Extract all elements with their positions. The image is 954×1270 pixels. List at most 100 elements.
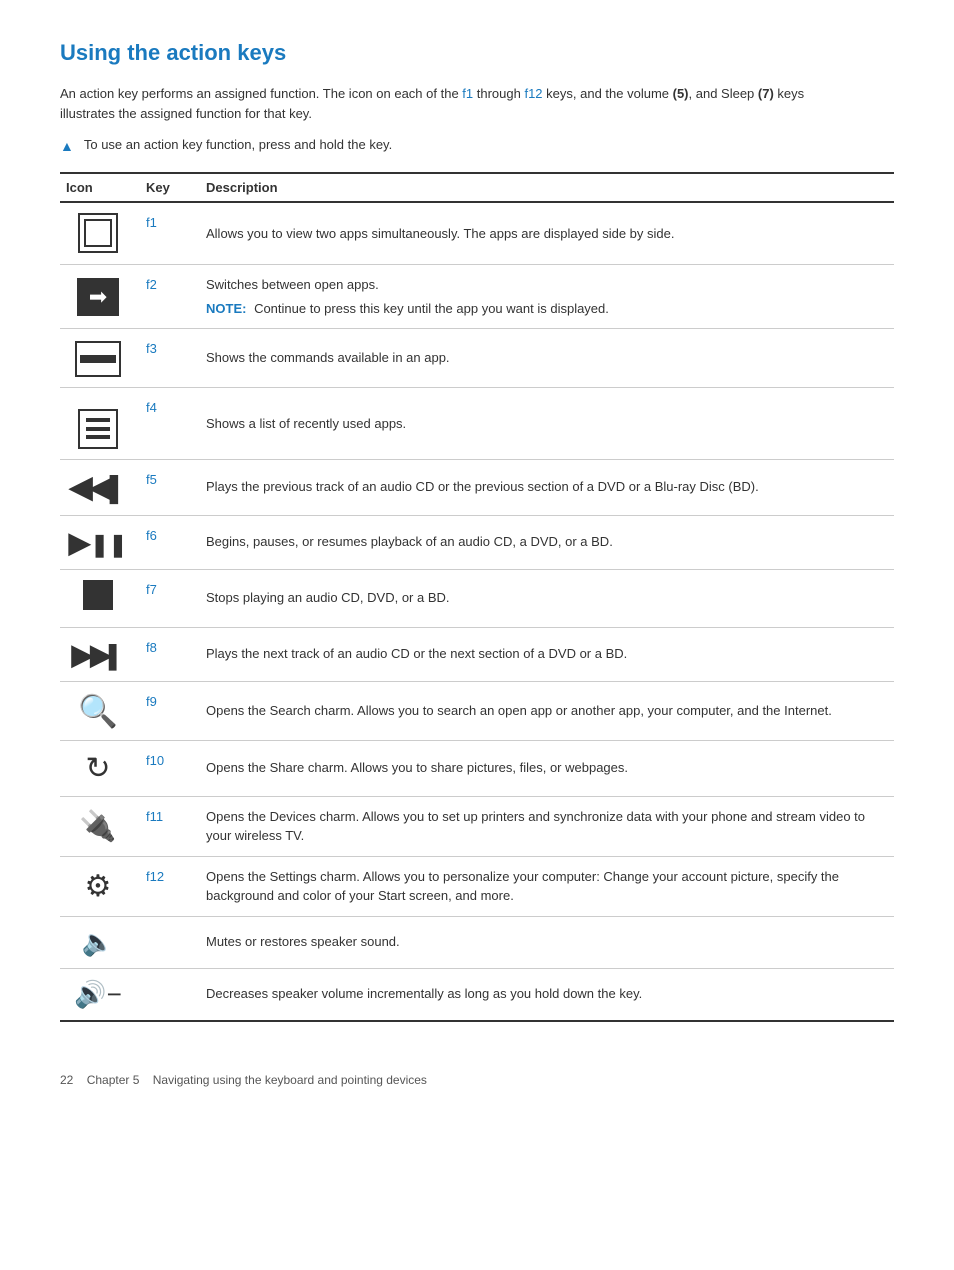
description-text: Opens the Devices charm. Allows you to s… [206, 809, 865, 844]
description-text: Opens the Settings charm. Allows you to … [206, 869, 839, 904]
table-row: f3 Shows the commands available in an app… [60, 329, 894, 388]
desc-cell: Mutes or restores speaker sound. [200, 916, 894, 968]
desc-cell: Opens the Settings charm. Allows you to … [200, 856, 894, 916]
icon-cell: ▶❚❚ [60, 515, 140, 569]
table-row: 🔈 Mutes or restores speaker sound. [60, 916, 894, 968]
key-cell[interactable]: f2 [140, 265, 200, 329]
key-cell[interactable]: f7 [140, 569, 200, 627]
key-cell [140, 916, 200, 968]
key-cell[interactable]: f4 [140, 388, 200, 460]
key-link[interactable]: f1 [146, 215, 157, 230]
table-row: ▶❚❚ f6 Begins, pauses, or resumes playback… [60, 515, 894, 569]
key-link[interactable]: f11 [146, 809, 163, 824]
col-header-description: Description [200, 173, 894, 202]
icon-cell: 🔊− [60, 968, 140, 1021]
key-link[interactable]: f8 [146, 640, 157, 655]
description-text: Decreases speaker volume incrementally a… [206, 986, 642, 1001]
footer-chapter: Chapter 5 [87, 1073, 140, 1087]
key-cell[interactable]: f6 [140, 515, 200, 569]
description-text: Stops playing an audio CD, DVD, or a BD. [206, 590, 450, 605]
key-link[interactable]: f12 [146, 869, 164, 884]
table-row: ⚙ f12 Opens the Settings charm. Allows you… [60, 856, 894, 916]
intro-text-2: through [473, 86, 524, 101]
intro-text-3: keys, and the volume [543, 86, 673, 101]
desc-cell: Opens the Share charm. Allows you to sha… [200, 740, 894, 796]
table-row: ➡ f2 Switches between open apps. NOTE: Con… [60, 265, 894, 329]
key-link[interactable]: f7 [146, 582, 157, 597]
key-link[interactable]: f2 [146, 277, 157, 292]
key-cell[interactable]: f3 [140, 329, 200, 388]
desc-cell: Opens the Search charm. Allows you to se… [200, 681, 894, 740]
icon-cell: 🔌 [60, 796, 140, 856]
desc-cell: Shows the commands available in an app. [200, 329, 894, 388]
table-row: ◀◀▌ f5 Plays the previous track of an audi… [60, 459, 894, 515]
col-header-icon: Icon [60, 173, 140, 202]
description-text: Begins, pauses, or resumes playback of a… [206, 534, 613, 549]
description-text: Mutes or restores speaker sound. [206, 934, 400, 949]
desc-cell: Stops playing an audio CD, DVD, or a BD. [200, 569, 894, 627]
key-cell[interactable]: f12 [140, 856, 200, 916]
intro-text-1: An action key performs an assigned funct… [60, 86, 462, 101]
note-label: NOTE: [206, 301, 250, 316]
table-row: 🔍 f9 Opens the Search charm. Allows you to… [60, 681, 894, 740]
desc-cell: Plays the next track of an audio CD or t… [200, 627, 894, 681]
col-header-key: Key [140, 173, 200, 202]
key-link[interactable]: f10 [146, 753, 164, 768]
description-text: Plays the next track of an audio CD or t… [206, 646, 627, 661]
table-row: ▶▶▌ f8 Plays the next track of an audio CD… [60, 627, 894, 681]
icon-cell: ↻ [60, 740, 140, 796]
table-row: ↻ f10 Opens the Share charm. Allows you to… [60, 740, 894, 796]
icon-cell: ⚙ [60, 856, 140, 916]
icon-cell: ◀◀▌ [60, 459, 140, 515]
footer-chapter-text: Navigating using the keyboard and pointi… [153, 1073, 427, 1087]
key-link[interactable]: f6 [146, 528, 157, 543]
intro-text-4: , and Sleep [689, 86, 758, 101]
description-text: Shows the commands available in an app. [206, 350, 450, 365]
key-cell[interactable]: f9 [140, 681, 200, 740]
icon-cell: 🔍 [60, 681, 140, 740]
f1-link[interactable]: f1 [462, 86, 473, 101]
key-cell[interactable]: f10 [140, 740, 200, 796]
table-row: 🔌 f11 Opens the Devices charm. Allows you … [60, 796, 894, 856]
bold-5: (5) [673, 86, 689, 101]
desc-cell: Switches between open apps. NOTE: Continu… [200, 265, 894, 329]
desc-cell: Begins, pauses, or resumes playback of a… [200, 515, 894, 569]
table-footer-border [60, 1021, 894, 1023]
description-text: Allows you to view two apps simultaneous… [206, 226, 675, 241]
desc-cell: Opens the Devices charm. Allows you to s… [200, 796, 894, 856]
icon-cell: 🔈 [60, 916, 140, 968]
desc-cell: Shows a list of recently used apps. [200, 388, 894, 460]
desc-cell: Allows you to view two apps simultaneous… [200, 202, 894, 265]
key-cell[interactable]: f8 [140, 627, 200, 681]
key-cell[interactable]: f11 [140, 796, 200, 856]
key-cell[interactable]: f5 [140, 459, 200, 515]
table-header-row: Icon Key Description [60, 173, 894, 202]
page-footer: 22 Chapter 5 Navigating using the keyboa… [60, 1073, 894, 1087]
icon-cell: ▶▶▌ [60, 627, 140, 681]
key-link[interactable]: f5 [146, 472, 157, 487]
description-text: Plays the previous track of an audio CD … [206, 479, 759, 494]
f12-link[interactable]: f12 [524, 86, 542, 101]
bullet-triangle-icon: ▲ [60, 138, 74, 154]
key-link[interactable]: f4 [146, 400, 157, 415]
table-row: f7 Stops playing an audio CD, DVD, or a B… [60, 569, 894, 627]
note-content: Continue to press this key until the app… [254, 301, 609, 316]
desc-cell: Plays the previous track of an audio CD … [200, 459, 894, 515]
icon-cell [60, 329, 140, 388]
bullet-text: To use an action key function, press and… [84, 137, 392, 152]
key-cell [140, 968, 200, 1021]
icon-cell [60, 388, 140, 460]
key-cell[interactable]: f1 [140, 202, 200, 265]
intro-paragraph: An action key performs an assigned funct… [60, 84, 860, 123]
description-text: Switches between open apps. [206, 277, 379, 292]
description-text: Opens the Search charm. Allows you to se… [206, 703, 832, 718]
key-link[interactable]: f9 [146, 694, 157, 709]
icon-cell [60, 569, 140, 627]
bold-7: (7) [758, 86, 774, 101]
key-link[interactable]: f3 [146, 341, 157, 356]
page-title: Using the action keys [60, 40, 894, 66]
icon-cell [60, 202, 140, 265]
description-text: Shows a list of recently used apps. [206, 416, 406, 431]
note-text: NOTE: Continue to press this key until t… [206, 299, 884, 319]
icon-cell: ➡ [60, 265, 140, 329]
